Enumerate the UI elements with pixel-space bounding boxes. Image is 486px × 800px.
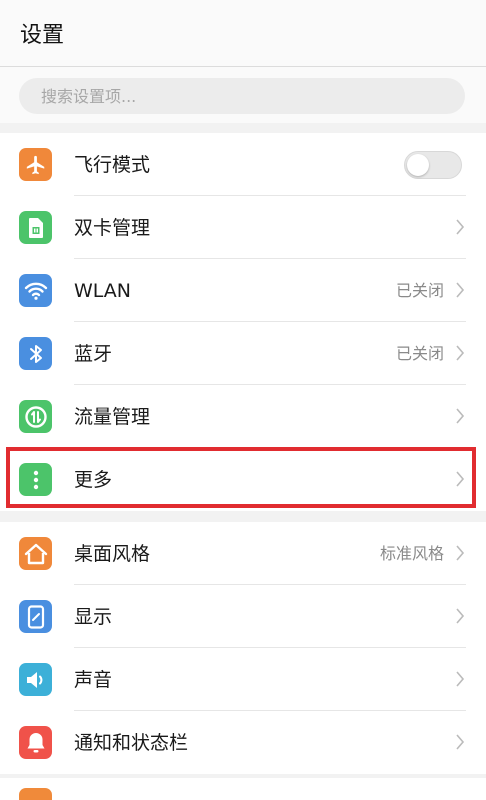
- settings-item-label: 飞行模式: [74, 154, 151, 176]
- display-icon: [19, 600, 52, 633]
- settings-item-label: 流量管理: [74, 406, 151, 428]
- home-icon: [19, 537, 52, 570]
- airplane-mode-toggle[interactable]: [404, 151, 462, 179]
- settings-item-airplane-mode[interactable]: 飞行模式: [0, 133, 486, 196]
- chevron-right-icon: [456, 734, 465, 750]
- chevron-right-icon: [456, 545, 465, 561]
- chevron-right-icon: [456, 345, 465, 361]
- settings-item-label: 声音: [74, 669, 113, 691]
- airplane-icon: [19, 148, 52, 181]
- search-input[interactable]: [19, 78, 465, 114]
- settings-item-notifications[interactable]: 通知和状态栏: [0, 711, 486, 774]
- bell-icon: [19, 726, 52, 759]
- top-bar: 设置: [0, 0, 486, 66]
- settings-item-label: 更多: [74, 469, 113, 491]
- chevron-right-icon: [456, 219, 465, 235]
- home-style-value: 标准风格: [379, 544, 444, 563]
- chevron-right-icon: [456, 671, 465, 687]
- settings-item-data-usage[interactable]: 流量管理: [0, 385, 486, 448]
- settings-item-label: 通知和状态栏: [74, 732, 189, 754]
- bluetooth-status: 已关闭: [395, 344, 444, 363]
- settings-item-display[interactable]: 显示: [0, 585, 486, 648]
- settings-item-label: 蓝牙: [74, 343, 113, 365]
- next-item-peek: [0, 778, 486, 800]
- wlan-status: 已关闭: [395, 281, 444, 300]
- speaker-icon: [19, 663, 52, 696]
- device-settings-group: 桌面风格 标准风格 显示 声音 通知和状态栏: [0, 522, 486, 774]
- chevron-right-icon: [456, 408, 465, 424]
- settings-item-label: 桌面风格: [74, 543, 151, 565]
- chevron-right-icon: [456, 608, 465, 624]
- settings-item-sound[interactable]: 声音: [0, 648, 486, 711]
- chevron-right-icon: [456, 282, 465, 298]
- data-usage-icon: [19, 400, 52, 433]
- more-icon: [19, 463, 52, 496]
- settings-item-home-style[interactable]: 桌面风格 标准风格: [0, 522, 486, 585]
- settings-item-label: 显示: [74, 606, 113, 628]
- settings-item-label: 双卡管理: [74, 217, 151, 239]
- settings-item-bluetooth[interactable]: 蓝牙 已关闭: [0, 322, 486, 385]
- bluetooth-icon: [19, 337, 52, 370]
- settings-item-dual-sim[interactable]: 双卡管理: [0, 196, 486, 259]
- partial-icon: [19, 788, 52, 800]
- settings-item-label: WLAN: [74, 280, 132, 302]
- settings-item-more[interactable]: 更多: [0, 448, 486, 511]
- network-settings-group: 飞行模式 双卡管理 WLAN 已关闭 蓝牙 已关闭 流量管理 更多: [0, 133, 486, 511]
- search-bar: [0, 67, 486, 123]
- wifi-icon: [19, 274, 52, 307]
- sim-card-icon: [19, 211, 52, 244]
- settings-item-wlan[interactable]: WLAN 已关闭: [0, 259, 486, 322]
- toggle-knob: [407, 154, 429, 176]
- chevron-right-icon: [456, 471, 465, 487]
- page-title: 设置: [20, 23, 65, 48]
